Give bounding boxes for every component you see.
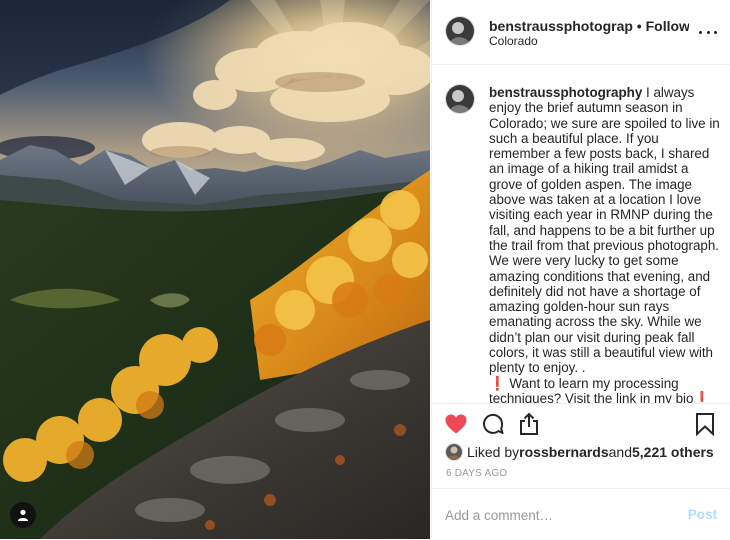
- liked-by-prefix: Liked by: [467, 444, 520, 460]
- liker-avatar[interactable]: [445, 443, 463, 461]
- profile-picture: [446, 444, 462, 460]
- other-likes-link[interactable]: 5,221 others: [632, 444, 714, 460]
- post-timestamp[interactable]: 6 DAYS AGO: [446, 468, 507, 479]
- tagged-users-button[interactable]: [10, 502, 36, 528]
- landscape-image: [0, 0, 430, 539]
- likes-summary: Liked by rossbernards and 5,221 others: [445, 442, 714, 462]
- bookmark-icon: [696, 413, 714, 437]
- caption-section: benstraussphotography I always enjoy the…: [432, 65, 730, 404]
- post-header: benstraussphotograp • Following Colorado: [432, 0, 730, 65]
- save-button[interactable]: [693, 412, 719, 438]
- comment-input[interactable]: [445, 505, 665, 525]
- location-link[interactable]: Colorado: [489, 34, 538, 48]
- username-link[interactable]: benstraussphotograp: [489, 18, 633, 34]
- liker-username-link[interactable]: rossbernards: [519, 444, 608, 460]
- share-button[interactable]: [517, 412, 543, 438]
- like-button[interactable]: [444, 412, 470, 438]
- ellipsis-icon: [699, 30, 717, 34]
- action-bar: [432, 404, 730, 444]
- post-details-panel: benstraussphotograp • Following Colorado…: [431, 0, 730, 539]
- more-options-button[interactable]: [699, 23, 717, 41]
- caption-username-link[interactable]: benstraussphotography: [489, 85, 642, 100]
- caption-cta: Want to learn my processing techniques? …: [489, 375, 694, 404]
- separator-dot: •: [632, 18, 646, 34]
- avatar[interactable]: [445, 16, 475, 46]
- share-icon: [520, 412, 538, 435]
- profile-picture: [446, 17, 474, 45]
- exclamation-icon: ❗: [489, 375, 506, 391]
- comment-form: Post: [432, 488, 730, 540]
- following-button[interactable]: Following: [646, 18, 689, 34]
- caption-avatar[interactable]: [445, 84, 475, 114]
- post-comment-button[interactable]: Post: [688, 507, 717, 522]
- caption-body: I always enjoy the brief autumn season i…: [489, 85, 720, 376]
- comment-button[interactable]: [481, 412, 507, 438]
- person-icon: [18, 509, 28, 521]
- liked-by-joiner: and: [608, 444, 632, 460]
- caption-text: benstraussphotography I always enjoy the…: [489, 85, 721, 404]
- profile-picture: [446, 85, 474, 113]
- comment-icon: [483, 413, 504, 434]
- exclamation-icon: ❗: [693, 390, 711, 404]
- heart-filled-icon: [445, 414, 467, 434]
- post-photo[interactable]: [0, 0, 430, 539]
- header-username-line: benstraussphotograp • Following: [489, 18, 689, 34]
